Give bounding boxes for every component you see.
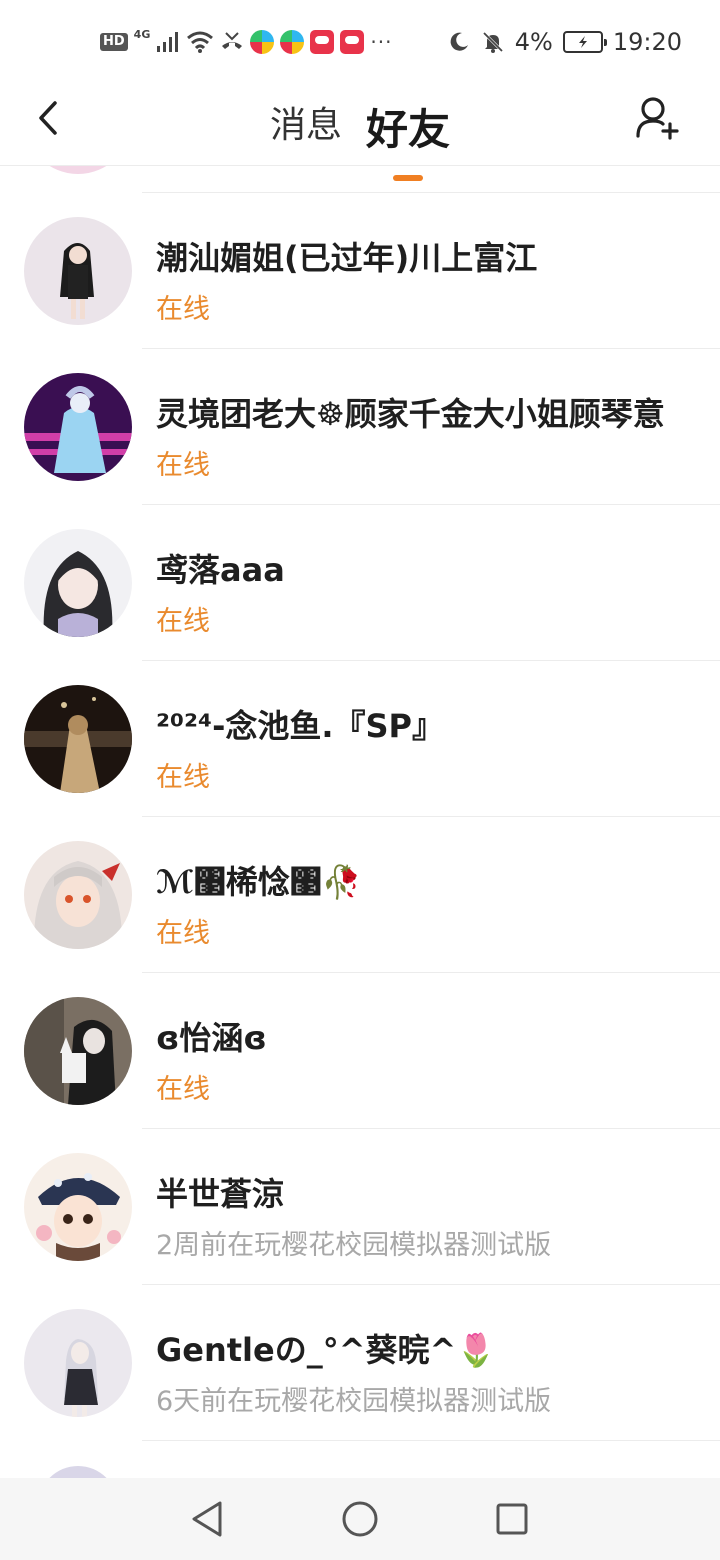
list-item[interactable]: ɞ怡涵ɞ 在线 (0, 973, 720, 1129)
friend-status: 6天前在玩樱花校园模拟器测试版 (156, 1386, 552, 1417)
list-item[interactable]: ℳ঳桸惗঳🥀 在线 (0, 817, 720, 973)
nav-recents-button[interactable] (488, 1495, 536, 1543)
tab-label: 消息 (269, 105, 342, 146)
avatar (24, 685, 132, 793)
friend-name: 鸢落aaa (156, 551, 285, 589)
more-notifications-icon: ··· (370, 30, 393, 54)
friend-name: 潮汕媚姐(已过年)川上富江 (156, 239, 538, 277)
hd-badge: HD (100, 33, 128, 51)
video-app-icon (310, 30, 335, 54)
video-app-icon (340, 30, 365, 54)
friend-status: 在线 (156, 450, 210, 481)
tab-label: 好友 (366, 105, 451, 154)
add-user-icon (636, 97, 679, 140)
list-item[interactable]: 鸢落aaa 在线 (0, 505, 720, 661)
status-bar-left: HD 4G ··· (100, 26, 392, 58)
tab-friends[interactable]: 好友 (366, 92, 451, 181)
list-item[interactable]: ²⁰²⁴-念池鱼.『SP』 在线 (0, 661, 720, 817)
nav-home-button[interactable] (336, 1495, 384, 1543)
missed-call-icon (222, 32, 243, 49)
friend-name: ²⁰²⁴-念池鱼.『SP』 (156, 707, 445, 745)
status-bar-right: 4% 19:20 (447, 26, 682, 58)
add-friend-button[interactable] (634, 94, 680, 140)
avatar (24, 1309, 132, 1417)
friend-status: 2周前在玩樱花校园模拟器测试版 (156, 1230, 552, 1261)
avatar (24, 217, 132, 325)
bell-mute-icon (482, 31, 503, 53)
nav-back-button[interactable] (184, 1495, 232, 1543)
avatar (24, 997, 132, 1105)
signal-icon (157, 32, 179, 52)
avatar (24, 166, 132, 174)
avatar (38, 1466, 118, 1478)
avatar (24, 1153, 132, 1261)
clock: 19:20 (612, 28, 682, 56)
friend-status: 在线 (156, 606, 210, 637)
avatar (24, 373, 132, 481)
status-bar: HD 4G ··· 4% 19:20 (0, 0, 720, 84)
top-nav: 消息 好友 (0, 84, 720, 181)
avatar (24, 529, 132, 637)
tab-messages[interactable]: 消息 (270, 92, 342, 161)
friend-name: ℳ঳桸惗঳🥀 (156, 863, 362, 901)
wifi-icon (187, 31, 214, 53)
system-nav-bar (0, 1478, 720, 1560)
list-item[interactable]: Gentleの_°^葵晥^🌷 6天前在玩樱花校园模拟器测试版 (0, 1285, 720, 1441)
moon-icon (450, 32, 468, 51)
list-item[interactable]: 灵境团老大☸顾家千金大小姐顾琴意 在线 (0, 349, 720, 505)
triangle-back-icon (192, 1501, 222, 1537)
app-notification-icon (250, 30, 275, 54)
friend-status: 在线 (156, 762, 210, 793)
friend-status: 在线 (156, 918, 210, 949)
circle-home-icon (342, 1501, 378, 1537)
battery-percent: 4% (514, 28, 553, 56)
friend-name: Gentleの_°^葵晥^🌷 (156, 1331, 497, 1369)
friend-list[interactable]: 潮汕媚姐(已过年)川上富江 在线 灵境团老大☸顾家千金大小姐顾琴意 在线 鸢落a… (0, 166, 720, 1478)
friend-name: ɞ怡涵ɞ (156, 1019, 267, 1057)
avatar (24, 841, 132, 949)
friend-name: 灵境团老大☸顾家千金大小姐顾琴意 (156, 395, 665, 433)
battery-icon (562, 31, 607, 53)
friend-status: 在线 (156, 1074, 210, 1105)
friend-name: 半世蒼涼 (156, 1175, 285, 1213)
divider (142, 1440, 720, 1441)
list-item[interactable]: 潮汕媚姐(已过年)川上富江 在线 (0, 193, 720, 349)
square-recents-icon (496, 1503, 528, 1535)
tab-bar: 消息 好友 (0, 92, 720, 181)
network-type: 4G (133, 28, 151, 41)
friend-status: 在线 (156, 294, 210, 325)
list-item[interactable]: 半世蒼涼 2周前在玩樱花校园模拟器测试版 (0, 1129, 720, 1285)
app-notification-icon (280, 30, 305, 54)
